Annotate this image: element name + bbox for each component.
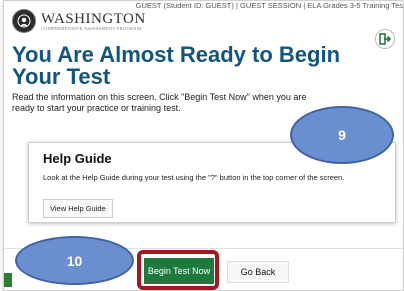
app-window: GUEST (Student ID: GUEST) | GUEST SESSIO…	[3, 0, 404, 291]
callout-marker-10: 10	[15, 236, 134, 285]
highlight-box	[137, 250, 219, 290]
page-title: You Are Almost Ready to Begin Your Test	[12, 42, 341, 89]
go-back-button[interactable]: Go Back	[227, 261, 289, 283]
side-tab	[4, 273, 12, 287]
logo-name: WASHINGTON	[41, 10, 146, 27]
guest-info: GUEST (Student ID: GUEST) | GUEST SESSIO…	[135, 1, 403, 10]
help-guide-heading: Help Guide	[43, 151, 112, 166]
callout-marker-9: 9	[290, 106, 394, 164]
help-guide-description: Look at the Help Guide during your test …	[43, 173, 345, 182]
seal-logo-icon	[12, 9, 36, 33]
program-logo: WASHINGTON COMPREHENSIVE ASSESSMENT PROG…	[12, 9, 146, 33]
logo-subtitle: COMPREHENSIVE ASSESSMENT PROGRAM	[41, 25, 142, 31]
intro-text: Read the information on this screen. Cli…	[12, 92, 307, 113]
view-help-guide-button[interactable]: View Help Guide	[43, 199, 113, 218]
